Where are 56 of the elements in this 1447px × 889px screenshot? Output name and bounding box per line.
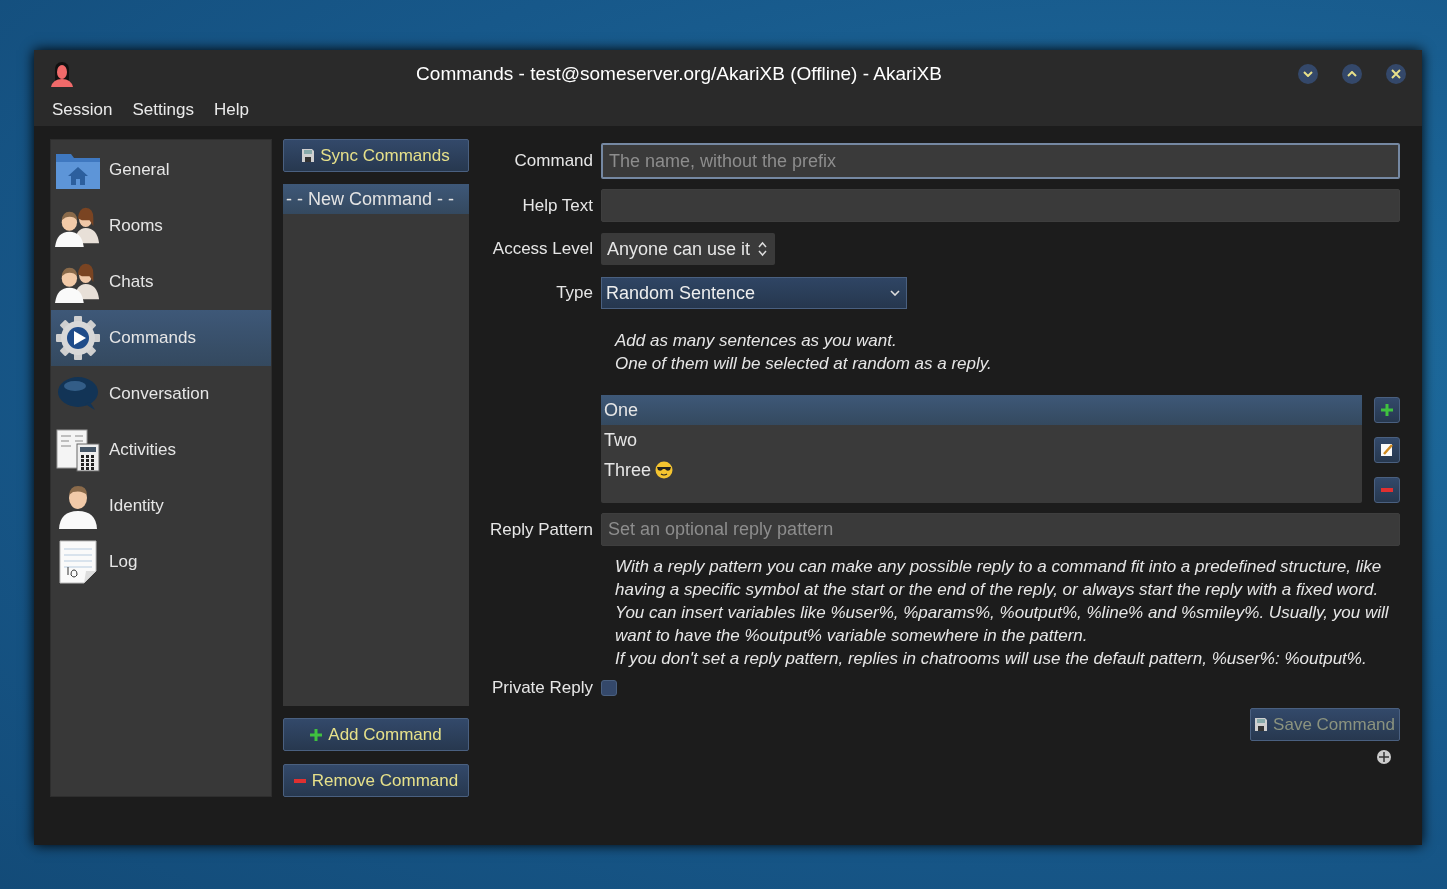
- minimize-button[interactable]: [1298, 64, 1318, 84]
- sidebar-item[interactable]: Log: [51, 534, 271, 590]
- documents-calculator-icon: [55, 428, 101, 472]
- sentence-item[interactable]: Three: [601, 455, 1362, 485]
- type-dropdown[interactable]: Random Sentence: [601, 277, 907, 309]
- close-button[interactable]: [1386, 64, 1406, 84]
- maximize-button[interactable]: [1342, 64, 1362, 84]
- sentences-hint: Add as many sentences as you want. One of them will be selected at random as a reply.: [613, 330, 993, 375]
- caret-icon: [890, 290, 900, 296]
- minus-icon: [1381, 488, 1393, 492]
- menu-item[interactable]: Help: [213, 100, 249, 120]
- avatar-icon: [50, 61, 74, 87]
- field-label: Help Text: [521, 195, 593, 216]
- field-label: Type: [555, 283, 593, 303]
- command-field[interactable]: The name, without the prefix: [601, 143, 1400, 179]
- menu-item[interactable]: Settings: [132, 100, 194, 120]
- pencil-note-icon: [1380, 443, 1394, 457]
- log-page-icon: [58, 539, 98, 585]
- add-sentence-button[interactable]: [1374, 397, 1400, 423]
- close-icon: [1391, 69, 1401, 79]
- field-label: Command: [513, 151, 593, 171]
- sidebar-item[interactable]: Identity: [51, 478, 271, 534]
- remove-sentence-button[interactable]: [1374, 477, 1400, 503]
- chevron-down-icon: [1303, 71, 1313, 77]
- sidebar-item[interactable]: Activities: [51, 422, 271, 478]
- access-level-spinbox[interactable]: Anyone can use it: [601, 233, 776, 265]
- sidebar-item[interactable]: Conversation: [51, 366, 271, 422]
- edit-sentence-button[interactable]: [1374, 437, 1400, 463]
- sidebar-item[interactable]: Chats: [51, 254, 271, 310]
- sidebar-item[interactable]: Commands: [51, 310, 271, 366]
- reply-pattern-help: With a reply pattern you can make any possible reply to a command fit into a predefined structure, like having a specific symbol at the start or the end of the reply, or always start the reply with a fixed word. You can insert variables like %user%, %params%, %output%, %line% and %smiley%. Usually, you will want to have the %output% variable somewhere in the pattern. If you don't set a reply pattern, replies in chatrooms will use the default pattern, %user%: %output%.: [614, 556, 1390, 670]
- sentence-item[interactable]: One: [601, 395, 1362, 425]
- help-text-field[interactable]: [601, 189, 1400, 222]
- up-down-arrows-icon: [758, 241, 768, 257]
- private-reply-checkbox[interactable]: [601, 680, 617, 696]
- plus-icon: [1381, 404, 1393, 416]
- sidebar-item[interactable]: General: [51, 142, 271, 198]
- gear-play-icon: [55, 315, 101, 361]
- resize-grip-icon: [1376, 749, 1392, 765]
- plus-icon: [310, 728, 323, 741]
- field-label: Access Level: [491, 239, 593, 259]
- add-command-button[interactable]: Add Command: [283, 718, 469, 751]
- menu-item[interactable]: Session: [52, 100, 113, 120]
- sidebar-item[interactable]: Rooms: [51, 198, 271, 254]
- chevron-up-icon: [1347, 71, 1357, 77]
- window-title: Commands - test@someserver.org/AkariXB (Offline) - AkariXB: [415, 63, 943, 85]
- sync-commands-button[interactable]: Sync Commands: [283, 139, 469, 172]
- sentence-item[interactable]: Two: [601, 425, 1362, 455]
- reply-pattern-field[interactable]: Set an optional reply pattern: [601, 513, 1400, 546]
- field-label: Reply Pattern: [489, 519, 593, 540]
- command-item[interactable]: - - New Command - -: [283, 184, 469, 214]
- minus-icon: [293, 778, 306, 783]
- remove-command-button[interactable]: Remove Command: [283, 764, 469, 797]
- field-label: Private Reply: [490, 678, 593, 698]
- speech-bubble-icon: [57, 376, 99, 412]
- person-icon: [57, 483, 99, 529]
